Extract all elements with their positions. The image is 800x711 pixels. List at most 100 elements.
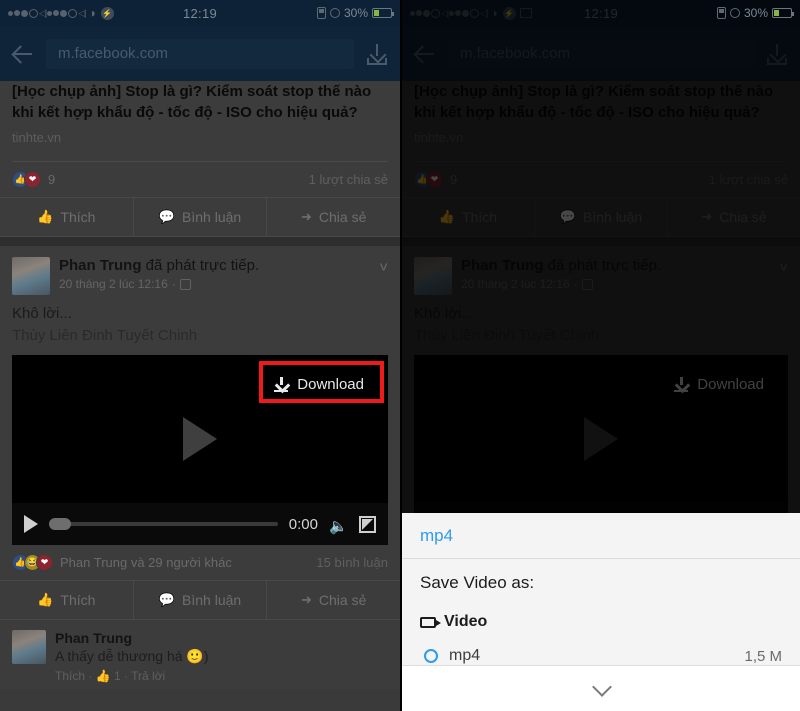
sheet-collapse-bar[interactable] [402,665,800,711]
seek-bar[interactable] [49,518,278,530]
link-headline-line2: khi kết hợp khẩu độ - tốc độ - ISO cho h… [414,104,760,121]
battery-percent: 30% [343,6,368,20]
battery-icon [372,8,394,18]
status-bar: ◁| ◁| ◑ ⚡ 12:19 30% [0,0,400,26]
share-arrow-icon: ➜ [300,209,312,224]
url-input[interactable]: m.facebook.com [448,38,754,69]
like-button[interactable]: 👍 Thích [402,198,534,236]
comment-count[interactable]: 15 bình luận [316,555,388,570]
format-option-size: 1,5 M [744,647,782,665]
seek-knob[interactable] [49,518,71,530]
back-arrow-icon[interactable] [414,43,436,65]
radio-button-icon[interactable] [424,649,438,663]
share-button[interactable]: ➜ Chia sẻ [266,581,400,619]
browser-download-icon[interactable] [766,43,788,65]
share-count: 1 lượt chia sẻ [308,172,388,187]
video-group-label: Video [444,613,488,630]
reaction-icons[interactable]: 👍 ❤ [414,171,443,188]
video-post-card: Phan Trung đã phát trực tiếp. 20 tháng 2… [0,246,400,689]
play-small-icon[interactable] [24,515,38,533]
link-preview[interactable]: [Học chụp ảnh] Stop là gì? Kiểm soát sto… [402,81,800,153]
love-reaction-icon: ❤ [426,171,443,188]
play-icon[interactable] [183,416,217,461]
post-meta: Phan Trung đã phát trực tiếp. 20 tháng 2… [59,257,379,291]
comment-button-label: Bình luận [182,209,242,225]
reaction-count: 9 [450,172,458,187]
link-headline-line1: [Học chụp ảnh] Stop là gì? Kiểm soát sto… [12,83,372,100]
feed: [Học chụp ảnh] Stop là gì? Kiểm soát sto… [0,81,400,711]
link-source: tinhte.vn [12,130,62,145]
chevron-down-icon[interactable] [593,680,610,697]
link-headline: [Học chụp ảnh] Stop là gì? Kiểm soát sto… [414,81,788,123]
play-icon[interactable] [584,416,618,461]
reaction-icons[interactable]: 👍 😂 ❤ [12,554,53,571]
feed-gap [0,237,400,246]
love-reaction-icon: ❤ [36,554,53,571]
post-menu-chevron-icon[interactable]: ˅ [379,257,388,276]
video-player[interactable]: Download 0:00 🔈 [12,355,388,545]
video-reaction-row: 👍 😂 ❤ Phan Trung và 29 người khác 15 bìn… [0,545,400,580]
sheet-title: mp4 [402,513,800,559]
post-text-line2: Thùy Liên Đinh Tuyết Chinh [414,327,600,344]
comment-bubble-icon: 💬 [559,209,576,224]
reaction-icons[interactable]: 👍 ❤ [12,171,41,188]
comment-button[interactable]: 💬 Bình luận [132,198,267,236]
link-post-card: [Học chụp ảnh] Stop là gì? Kiểm soát sto… [402,81,800,237]
save-video-sheet: mp4 Save Video as: Video mp4 1,5 M [402,513,800,711]
video-action-bar: 👍 Thích 💬 Bình luận ➜ Chia sẻ [0,580,400,620]
alarm-icon [329,8,340,18]
post-timestamp: 20 tháng 2 lúc 12:16 [461,277,570,291]
battery-percent: 30% [743,6,768,20]
comment-item: Phan Trung A thấy dễ thương há 🙂) Thích … [0,620,400,689]
comment-author[interactable]: Phan Trung [55,630,209,646]
link-preview[interactable]: [Học chụp ảnh] Stop là gì? Kiểm soát sto… [0,81,400,153]
like-button[interactable]: 👍 Thích [0,581,133,619]
post-header: Phan Trung đã phát trực tiếp. 20 tháng 2… [402,246,800,301]
share-button[interactable]: ➜ Chia sẻ [667,198,800,236]
video-time: 0:00 [288,515,318,533]
video-download-label: Download [697,376,764,393]
like-button[interactable]: 👍 Thích [0,198,133,236]
comment-button[interactable]: 💬 Bình luận [132,581,267,619]
sheet-heading: Save Video as: [420,573,535,592]
right-panel: ◁| ◁| ◑ ⚡ 12:19 30% m.facebook.com [Học … [400,0,800,711]
alarm-icon [729,8,740,18]
video-download-button[interactable]: Download [660,369,778,400]
video-download-button[interactable]: Download [260,369,378,400]
post-author-name[interactable]: Phan Trung [461,257,544,274]
comment-button-label: Bình luận [182,592,242,608]
link-headline-line1: [Học chụp ảnh] Stop là gì? Kiểm soát sto… [414,83,774,100]
reaction-names[interactable]: Phan Trung và 29 người khác [60,555,232,570]
post-timestamp: 20 tháng 2 lúc 12:16 [59,277,168,291]
reaction-count: 9 [48,172,56,187]
url-input[interactable]: m.facebook.com [46,38,354,69]
video-group-row: Video [420,613,782,631]
volume-icon[interactable]: 🔈 [329,517,348,535]
left-panel: ◁| ◁| ◑ ⚡ 12:19 30% m.facebook.com [Học … [0,0,400,711]
like-button-label: Thích [60,209,96,225]
fullscreen-icon[interactable] [359,515,376,533]
post-action-text: đã phát trực tiếp. [547,257,662,274]
link-headline: [Học chụp ảnh] Stop là gì? Kiểm soát sto… [12,81,388,123]
share-count: 1 lượt chia sẻ [708,172,788,187]
comment-button[interactable]: 💬 Bình luận [534,198,667,236]
avatar[interactable] [414,257,452,295]
post-author-line: Phan Trung đã phát trực tiếp. [461,257,779,274]
share-arrow-icon: ➜ [300,592,312,607]
browser-download-icon[interactable] [366,43,388,65]
vibrate-icon [316,7,326,19]
format-option-mp4[interactable]: mp4 1,5 M [420,647,782,665]
comment-meta[interactable]: Thích · 👍 1 · Trả lời [55,669,209,683]
post-action-bar: 👍 Thích 💬 Bình luận ➜ Chia sẻ [402,197,800,237]
post-menu-chevron-icon[interactable]: ˅ [779,257,788,276]
avatar[interactable] [12,630,46,664]
thumbs-up-icon: 👍 [37,209,54,224]
avatar[interactable] [12,257,50,295]
post-author-name[interactable]: Phan Trung [59,257,142,274]
post-text-line1: Khô lời... [12,305,72,322]
back-arrow-icon[interactable] [12,43,34,65]
video-download-label: Download [297,376,364,393]
share-button-label: Chia sẻ [719,209,767,225]
love-reaction-icon: ❤ [24,171,41,188]
share-button[interactable]: ➜ Chia sẻ [266,198,400,236]
